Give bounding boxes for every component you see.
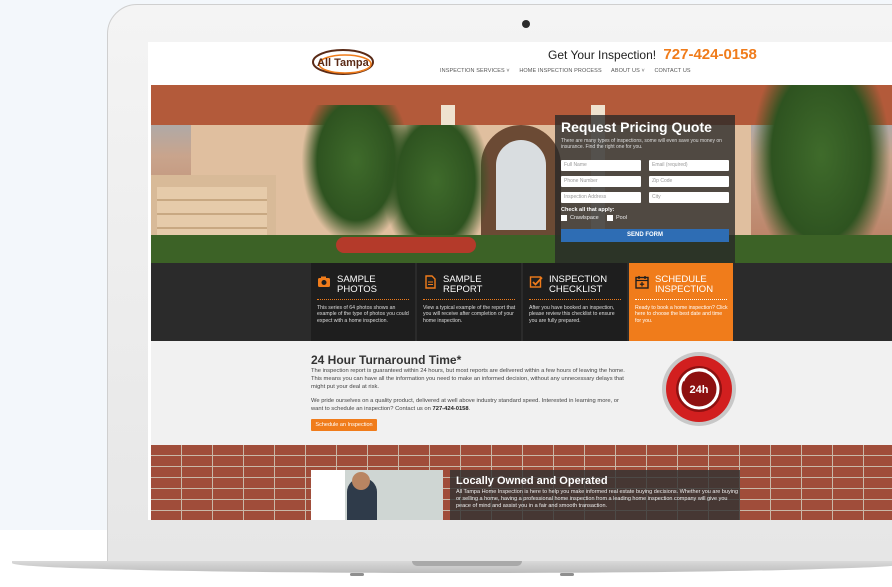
feature-schedule-inspection[interactable]: SCHEDULE INSPECTION Ready to book a home… — [629, 263, 733, 341]
nav-item-home-inspection-process[interactable]: HOME INSPECTION PROCESS — [519, 68, 601, 74]
company-logo[interactable]: All Tampa — [311, 46, 375, 78]
check-label: Check all that apply: — [561, 207, 615, 213]
document-icon — [425, 275, 436, 289]
header-phone-link[interactable]: 727-424-0158 — [663, 46, 756, 63]
nav-item-contact-us[interactable]: CONTACT US — [654, 68, 690, 74]
feature-sample-report[interactable]: SAMPLE REPORT View a typical example of … — [417, 263, 521, 341]
badge-24h-text: 24h — [690, 384, 709, 396]
laptop-foot — [350, 573, 364, 576]
crawlspace-option[interactable]: Crawlspace — [561, 215, 599, 221]
local-text: All Tampa Home Inspection is here to hel… — [456, 489, 739, 509]
address-input[interactable]: Inspection Address — [561, 192, 641, 203]
inspector-photo — [311, 470, 443, 520]
main-nav: INSPECTION SERVICES ˅ HOME INSPECTION PR… — [440, 68, 699, 74]
turnaround-paragraph-contact: We pride ourselves on a quality product,… — [311, 398, 631, 414]
feature-divider — [317, 299, 409, 300]
site-header: All Tampa Get Your Inspection! 727-424-0… — [148, 42, 892, 85]
local-title: Locally Owned and Operated — [456, 475, 608, 487]
cta-text: Get Your Inspection! — [548, 48, 657, 62]
nav-item-inspection-services[interactable]: INSPECTION SERVICES ˅ — [440, 68, 510, 74]
hero-image: Request Pricing Quote There are many typ… — [151, 85, 892, 263]
inspector-head — [352, 472, 370, 490]
zip-input[interactable]: Zip Code — [649, 176, 729, 187]
city-input[interactable]: City — [649, 192, 729, 203]
quote-form-description: There are many types of inspections, som… — [561, 138, 722, 150]
feature-divider — [635, 299, 727, 300]
schedule-inspection-button[interactable]: Schedule an Inspection — [311, 419, 377, 431]
local-panel: Locally Owned and Operated All Tampa Hom… — [450, 470, 740, 520]
turnaround-title: 24 Hour Turnaround Time* — [311, 353, 462, 367]
header-cta: Get Your Inspection! 727-424-0158 — [548, 46, 757, 63]
nav-item-about-us[interactable]: ABOUT US ˅ — [611, 68, 645, 74]
feature-strip: SAMPLE PHOTOS This series of 64 photos s… — [151, 263, 892, 341]
full-name-input[interactable]: Full Name — [561, 160, 641, 171]
phone-input[interactable]: Phone Number — [561, 176, 641, 187]
pool-checkbox[interactable] — [607, 215, 613, 221]
quote-form: Request Pricing Quote There are many typ… — [555, 115, 735, 263]
feature-inspection-checklist[interactable]: INSPECTION CHECKLIST After you have book… — [523, 263, 627, 341]
crawlspace-checkbox[interactable] — [561, 215, 567, 221]
turnaround-paragraph: The inspection report is guaranteed with… — [311, 368, 625, 390]
turnaround-period: . — [468, 405, 471, 412]
feature-text: View a typical example of the report tha… — [423, 305, 516, 324]
webcam — [522, 20, 530, 28]
email-input[interactable]: Email (required) — [649, 160, 729, 171]
feature-title: INSPECTION CHECKLIST — [549, 274, 608, 295]
laptop-foot — [560, 573, 574, 576]
turnaround-section: 24 Hour Turnaround Time* The inspection … — [151, 341, 892, 445]
pool-option[interactable]: Pool — [607, 215, 627, 221]
feature-divider — [423, 299, 515, 300]
laptop-notch — [412, 561, 522, 566]
pool-label: Pool — [616, 215, 628, 221]
feature-title: SAMPLE REPORT — [443, 274, 483, 295]
feature-text: Ready to book a home inspection? Click h… — [635, 305, 728, 324]
feature-sample-photos[interactable]: SAMPLE PHOTOS This series of 64 photos s… — [311, 263, 415, 341]
brick-section: Locally Owned and Operated All Tampa Hom… — [151, 445, 892, 520]
flowers — [336, 237, 476, 253]
send-form-button[interactable]: SEND FORM — [561, 229, 729, 242]
turnaround-phone-link[interactable]: 727-424-0158 — [433, 406, 469, 412]
laptop-screen: All Tampa Get Your Inspection! 727-424-0… — [148, 42, 892, 520]
quote-form-title: Request Pricing Quote — [561, 119, 712, 135]
feature-divider — [529, 299, 621, 300]
door-glass — [496, 140, 546, 230]
feature-text: After you have booked an inspection, ple… — [529, 305, 615, 324]
feature-title: SCHEDULE INSPECTION — [655, 274, 714, 295]
bushes — [151, 235, 892, 263]
crawlspace-label: Crawlspace — [570, 215, 599, 221]
checkbox-icon — [529, 276, 543, 288]
feature-title: SAMPLE PHOTOS — [337, 274, 377, 295]
camera-icon — [318, 276, 330, 287]
logo-text: All Tampa — [317, 57, 370, 69]
calendar-icon — [635, 276, 649, 289]
24-hour-badge: 24h — [662, 352, 736, 426]
feature-text: This series of 64 photos shows an exampl… — [317, 305, 409, 324]
